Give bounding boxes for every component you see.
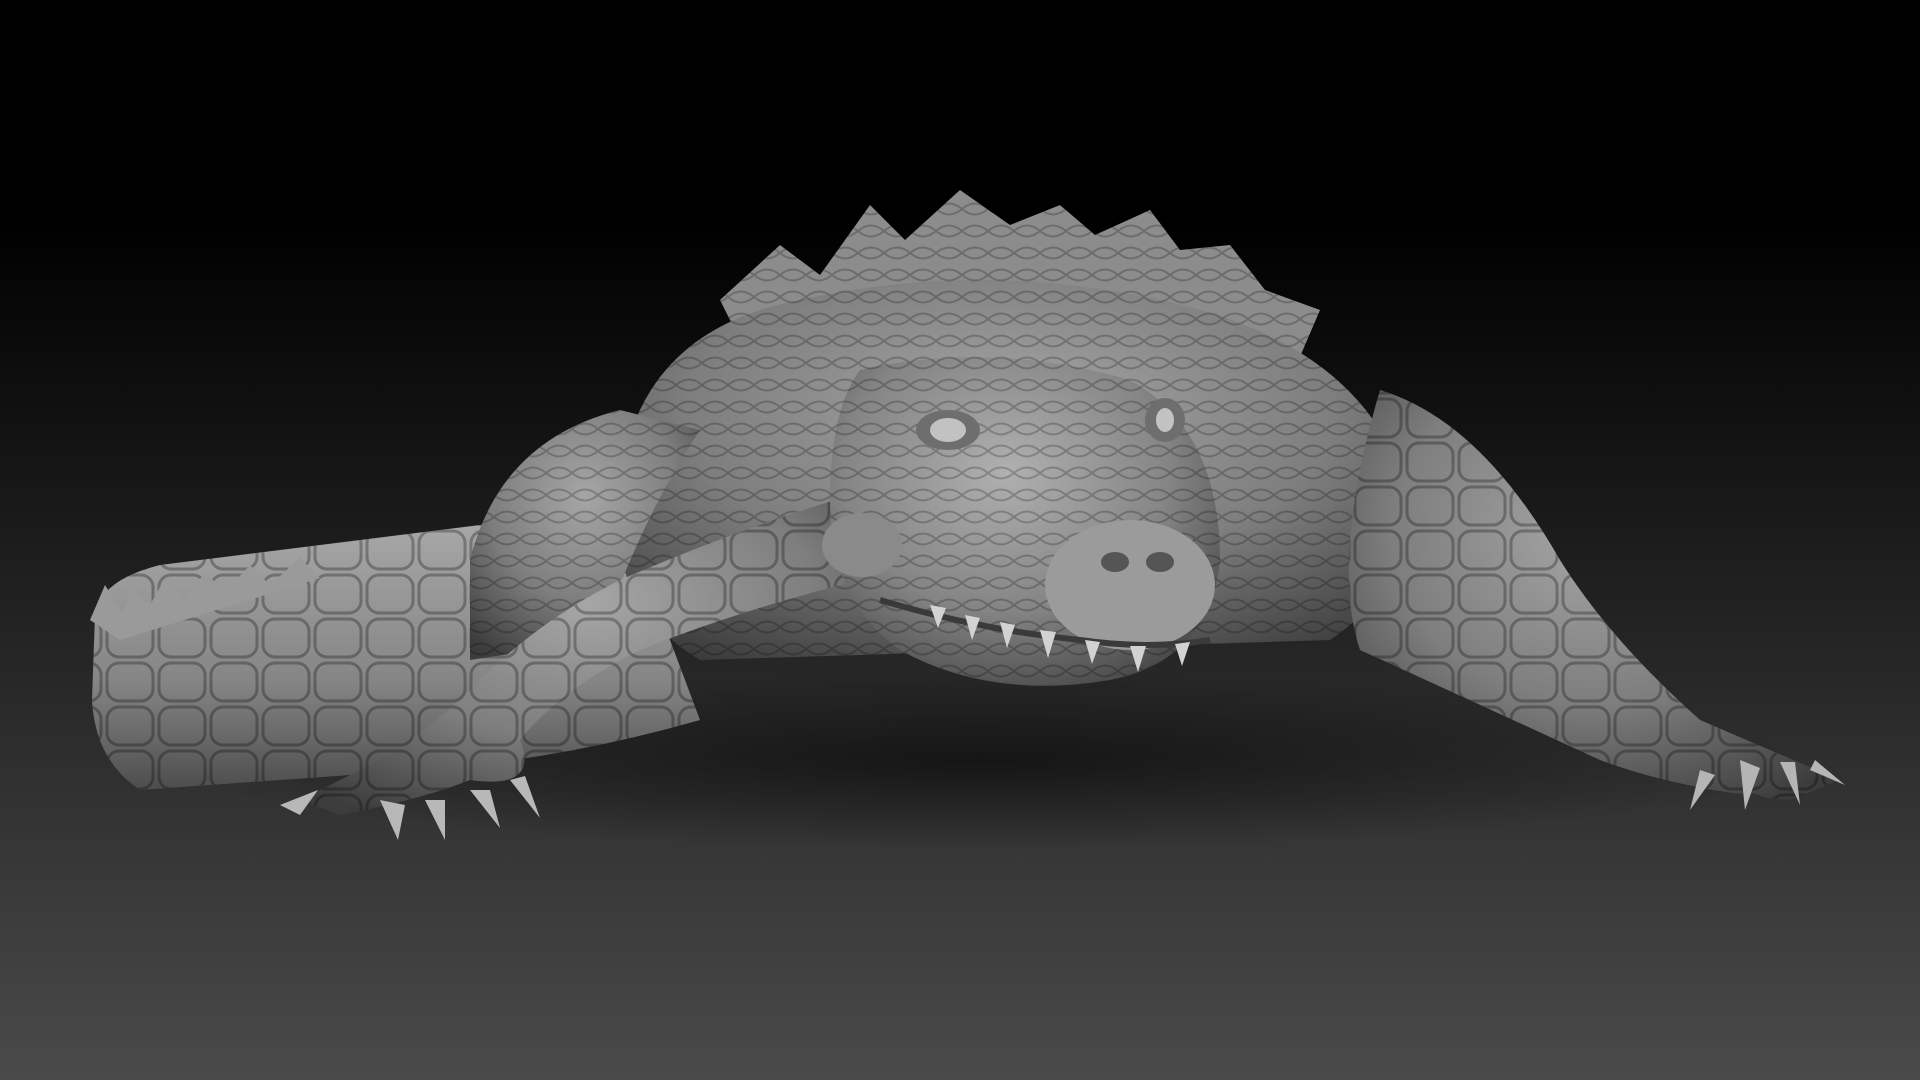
- snout: [1045, 520, 1215, 650]
- crocodile-sculpt: [90, 190, 1845, 850]
- left-eye: [916, 410, 980, 450]
- right-eye: [1145, 398, 1185, 442]
- sculpt-viewport[interactable]: [0, 0, 1920, 1080]
